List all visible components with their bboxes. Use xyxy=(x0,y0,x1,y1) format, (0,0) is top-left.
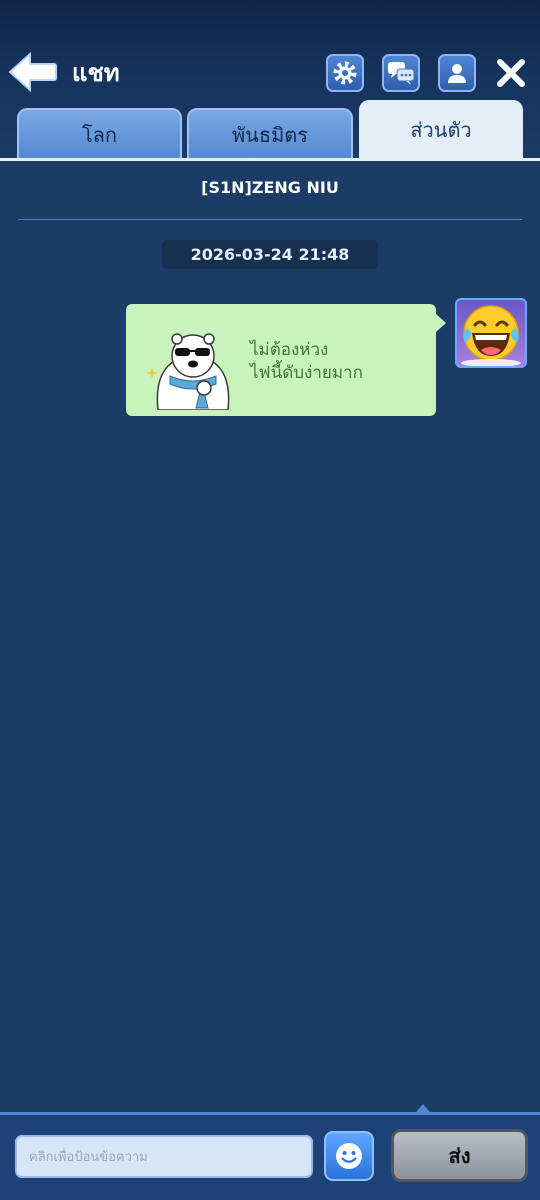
settings-gear-icon xyxy=(333,61,357,85)
tab-alliance[interactable]: พันธมิตร xyxy=(187,108,353,160)
divider xyxy=(18,219,522,220)
message-text-line1: ไม่ต้องห่วง xyxy=(250,340,329,360)
send-button[interactable]: ส่ง xyxy=(391,1129,528,1182)
profile-icon xyxy=(448,64,466,83)
contact-name: [S1N]ZENG NIU xyxy=(201,178,339,197)
profile-button[interactable] xyxy=(438,54,476,92)
bubble-tail xyxy=(436,314,446,332)
emoji-button[interactable] xyxy=(324,1131,374,1181)
tab-private[interactable]: ส่วนตัว xyxy=(359,100,523,160)
back-button[interactable] xyxy=(6,50,58,94)
close-button[interactable] xyxy=(494,56,528,90)
back-arrow-icon xyxy=(8,51,57,93)
message-text: ไม่ต้องห่วง ไฟนี้ดับง่ายมาก xyxy=(250,339,363,385)
tab-underline xyxy=(0,158,540,161)
chat-list-button[interactable] xyxy=(382,54,420,92)
chat-bubbles-icon xyxy=(388,62,415,85)
bottom-bar-notch xyxy=(416,1104,430,1112)
avatar[interactable] xyxy=(455,298,527,368)
message-timestamp: 2026-03-24 21:48 xyxy=(162,240,378,269)
tab-world[interactable]: โลก xyxy=(17,108,182,160)
settings-button[interactable] xyxy=(326,54,364,92)
message-input[interactable]: คลิกเพื่อป้อนข้อความ xyxy=(15,1135,313,1178)
laughing-tears-emoji-icon xyxy=(461,305,521,366)
message-bubble[interactable]: ไม่ต้องห่วง ไฟนี้ดับง่ายมาก xyxy=(126,304,436,416)
message-input-placeholder: คลิกเพื่อป้อนข้อความ xyxy=(29,1150,148,1165)
smiley-icon xyxy=(336,1143,362,1169)
page-title: แชท xyxy=(72,59,120,87)
polar-bear-sticker-icon xyxy=(146,333,230,410)
close-icon xyxy=(497,59,525,87)
message-text-line2: ไฟนี้ดับง่ายมาก xyxy=(250,363,363,383)
